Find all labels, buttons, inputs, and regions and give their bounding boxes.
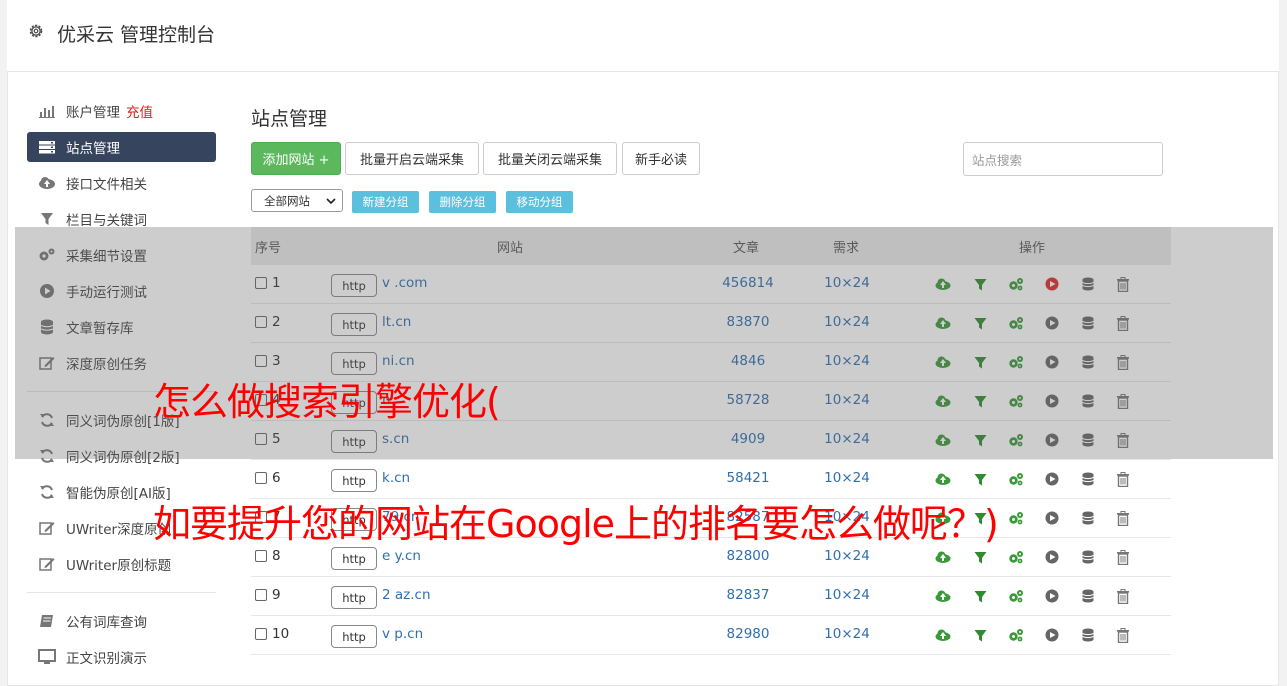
top-bar: 优采云 管理控制台 xyxy=(7,0,1279,72)
batch-close-cloud-button[interactable]: 批量关闭云端采集 xyxy=(483,142,617,175)
overlay-caption-line2: 如要提升您的网站在Google上的排名要怎么做呢？) xyxy=(153,502,999,546)
delete-group-button[interactable]: 删除分组 xyxy=(429,191,496,213)
cogs-icon[interactable] xyxy=(1008,510,1024,526)
article-count[interactable]: 82800 xyxy=(701,548,795,564)
sidebar-item-label: 站点管理 xyxy=(66,141,120,157)
filter-icon[interactable] xyxy=(972,471,988,487)
bar-chart-icon xyxy=(38,103,56,119)
sidebar-item-label: UWriter原创标题 xyxy=(66,558,172,574)
cloud-upload-icon xyxy=(38,175,56,191)
row-index: 9 xyxy=(272,587,281,603)
database-icon[interactable] xyxy=(1080,588,1096,604)
protocol-badge[interactable]: http xyxy=(331,625,377,648)
filter-icon[interactable] xyxy=(972,627,988,643)
sidebar-item-uwriter-title[interactable]: UWriter原创标题 xyxy=(27,549,216,579)
group-select-value: 全部网站 xyxy=(264,193,310,208)
sidebar-item-interface[interactable]: 接口文件相关 xyxy=(27,168,216,198)
protocol-badge[interactable]: http xyxy=(331,547,377,570)
site-search-input[interactable]: 站点搜索 xyxy=(963,142,1163,176)
sidebar-item-text-recognition[interactable]: 正文识别演示 xyxy=(27,642,216,672)
cloud-upload-icon[interactable] xyxy=(935,627,951,643)
cogs-icon[interactable] xyxy=(1008,627,1024,643)
gear-icon xyxy=(29,24,43,38)
page-title: 站点管理 xyxy=(251,108,328,130)
chevron-down-icon xyxy=(326,195,336,209)
table-row: 10 http v p.cn 82980 10×24 xyxy=(251,616,1171,655)
protocol-badge[interactable]: http xyxy=(331,469,377,492)
play-circle-icon[interactable] xyxy=(1044,549,1060,565)
new-group-button[interactable]: 新建分组 xyxy=(352,191,419,213)
add-site-button[interactable]: 添加网站 + xyxy=(251,142,341,175)
cogs-icon[interactable] xyxy=(1008,549,1024,565)
article-count[interactable]: 82980 xyxy=(701,626,795,642)
cogs-icon[interactable] xyxy=(1008,588,1024,604)
sidebar-item-label: 公有词库查询 xyxy=(66,615,147,631)
edit-icon xyxy=(38,520,56,536)
database-icon[interactable] xyxy=(1080,549,1096,565)
trash-icon[interactable] xyxy=(1115,471,1131,487)
row-index: 8 xyxy=(272,548,281,564)
sidebar-divider xyxy=(27,592,216,593)
site-link[interactable]: v p.cn xyxy=(382,626,423,642)
guide-button[interactable]: 新手必读 xyxy=(622,142,700,175)
play-circle-icon[interactable] xyxy=(1044,471,1060,487)
play-circle-icon[interactable] xyxy=(1044,627,1060,643)
row-checkbox[interactable] xyxy=(255,550,267,562)
row-checkbox[interactable] xyxy=(255,589,267,601)
table-row: 9 http 2 az.cn 82837 10×24 xyxy=(251,577,1171,616)
sidebar-item-account[interactable]: 账户管理 充值 xyxy=(27,96,216,126)
database-icon[interactable] xyxy=(1080,627,1096,643)
filter-icon xyxy=(38,211,56,227)
row-index: 6 xyxy=(272,470,281,486)
sidebar-item-label: 正文识别演示 xyxy=(66,651,147,667)
demand-value[interactable]: 10×24 xyxy=(807,470,887,486)
article-count[interactable]: 58421 xyxy=(701,470,795,486)
recharge-link[interactable]: 充值 xyxy=(126,101,153,121)
site-link[interactable]: k.cn xyxy=(382,470,410,486)
cloud-upload-icon[interactable] xyxy=(935,549,951,565)
trash-icon[interactable] xyxy=(1115,627,1131,643)
database-icon[interactable] xyxy=(1080,510,1096,526)
cogs-icon[interactable] xyxy=(1008,471,1024,487)
cloud-upload-icon[interactable] xyxy=(935,588,951,604)
site-link[interactable]: 2 az.cn xyxy=(382,587,431,603)
demand-value[interactable]: 10×24 xyxy=(807,548,887,564)
sidebar-item-label: 接口文件相关 xyxy=(66,177,147,193)
overlay-caption-line1: 怎么做搜索引擎优化( xyxy=(153,380,501,424)
sidebar-item-label: 账户管理 xyxy=(66,105,120,121)
sidebar-item-sites[interactable]: 站点管理 xyxy=(27,132,216,162)
filter-icon[interactable] xyxy=(972,549,988,565)
database-icon[interactable] xyxy=(1080,471,1096,487)
server-icon xyxy=(38,139,56,155)
trash-icon[interactable] xyxy=(1115,588,1131,604)
cloud-upload-icon[interactable] xyxy=(935,471,951,487)
row-checkbox[interactable] xyxy=(255,472,267,484)
app-title: 优采云 管理控制台 xyxy=(57,24,216,46)
monitor-icon xyxy=(38,649,56,665)
demand-value[interactable]: 10×24 xyxy=(807,587,887,603)
row-checkbox[interactable] xyxy=(255,628,267,640)
site-link[interactable]: e y.cn xyxy=(382,548,421,564)
play-circle-icon[interactable] xyxy=(1044,588,1060,604)
move-group-button[interactable]: 移动分组 xyxy=(506,191,573,213)
group-select[interactable]: 全部网站 xyxy=(251,189,343,212)
trash-icon[interactable] xyxy=(1115,549,1131,565)
filter-icon[interactable] xyxy=(972,588,988,604)
batch-open-cloud-button[interactable]: 批量开启云端采集 xyxy=(345,142,479,175)
article-count[interactable]: 82837 xyxy=(701,587,795,603)
sidebar-item-label: 栏目与关键词 xyxy=(66,213,147,229)
edit-icon xyxy=(38,556,56,572)
trash-icon[interactable] xyxy=(1115,510,1131,526)
row-index: 10 xyxy=(272,626,290,642)
play-circle-icon[interactable] xyxy=(1044,510,1060,526)
sidebar-item-public-lexicon[interactable]: 公有词库查询 xyxy=(27,606,216,636)
refresh-icon xyxy=(38,484,56,500)
protocol-badge[interactable]: http xyxy=(331,586,377,609)
demand-value[interactable]: 10×24 xyxy=(807,626,887,642)
book-icon xyxy=(38,613,56,629)
